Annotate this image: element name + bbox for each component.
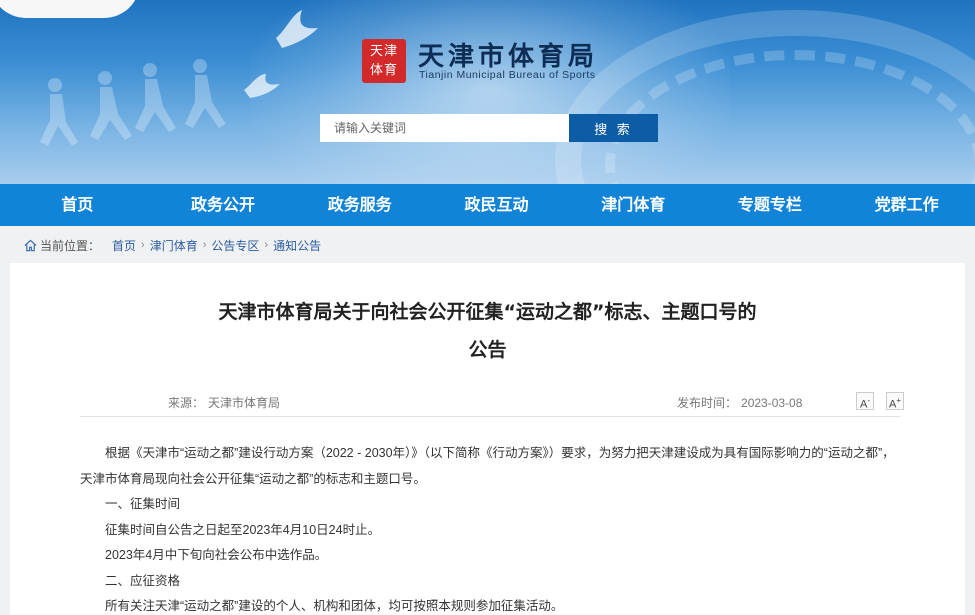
nav-item-special-topics[interactable]: 专题专栏 [702,184,839,226]
main-nav: 首页 政务公开 政务服务 政民互动 津门体育 专题专栏 党群工作 [0,184,975,226]
nav-item-government-services[interactable]: 政务服务 [291,184,428,226]
article-body: 根据《天津市“运动之都”建设行动方案（2022 - 2030年）》（以下简称《行… [80,441,900,615]
article-paragraph: 所有关注天津“运动之都”建设的个人、机构和团体，均可按照本规则参加征集活动。 [105,599,564,613]
article-paragraph: 征集时间自公告之日起至2023年4月10日24时止。 [105,522,381,537]
header-banner: 天津体育 天津市体育局 Tianjin Municipal Bureau of … [0,0,975,184]
site-title: 天津市体育局 [418,42,599,72]
font-increase-button[interactable]: A+ [886,392,904,411]
search-input[interactable] [320,114,570,142]
breadcrumb-item-tianjin-sports[interactable]: 津门体育 [150,237,198,254]
breadcrumb-separator: › [264,239,269,251]
article-date: 发布时间： 2023-03-08 [677,394,802,411]
nav-item-interaction[interactable]: 政民互动 [428,184,565,226]
nav-item-tianjin-sports[interactable]: 津门体育 [565,184,702,226]
breadcrumb-separator: › [141,239,145,251]
source-label: 来源： [168,396,205,410]
article-paragraph: 根据《天津市“运动之都”建设行动方案（2022 - 2030年）》（以下简称《行… [80,446,895,486]
breadcrumb-item-announcements[interactable]: 公告专区 [211,237,259,254]
corner-decoration [0,0,140,18]
article-panel: 天津市体育局关于向社会公开征集“运动之都”标志、主题口号的 公告 来源： 天津市体… [10,263,965,615]
dove-icon [276,10,318,48]
nav-item-home[interactable]: 首页 [0,184,155,226]
article-title-line2: 公告 [468,339,507,361]
dove-icon [244,74,280,98]
section-heading: 一、征集时间 [105,497,181,511]
seal-emblem: 天津体育 [362,39,406,83]
breadcrumb-label: 当前位置： [40,238,101,253]
breadcrumb-separator: › [202,239,207,251]
article-title: 天津市体育局关于向社会公开征集“运动之都”标志、主题口号的 公告 [10,293,965,369]
breadcrumb: 当前位置： 首页 › 津门体育 › 公告专区 › 通知公告 [24,236,321,254]
nav-item-government-affairs[interactable]: 政务公开 [155,184,292,226]
article-paragraph: 2023年4月中下旬向社会公布中选作品。 [105,548,328,562]
article-source: 来源： 天津市体育局 [168,394,280,411]
section-heading: 二、应征资格 [105,573,181,588]
site-subtitle: Tianjin Municipal Bureau of Sports [419,69,596,81]
runners-illustration [40,59,226,146]
search-bar: 搜 索 [320,114,658,142]
date-value: 2023-03-08 [741,396,803,410]
article-title-line1: 天津市体育局关于向社会公开征集“运动之都”标志、主题口号的 [218,301,757,323]
source-value: 天津市体育局 [208,396,281,410]
search-button[interactable]: 搜 索 [569,114,658,142]
date-label: 发布时间： [677,396,738,410]
nav-item-party-work[interactable]: 党群工作 [838,184,975,226]
font-decrease-button[interactable]: A- [856,392,874,411]
site-logo[interactable]: 天津体育 天津市体育局 Tianjin Municipal Bureau of … [362,36,632,86]
breadcrumb-item-notices[interactable]: 通知公告 [273,237,321,254]
article-meta: 来源： 天津市体育局 发布时间： 2023-03-08 A- A+ [80,391,904,417]
breadcrumb-item-home[interactable]: 首页 [112,237,136,254]
home-icon [24,239,37,251]
